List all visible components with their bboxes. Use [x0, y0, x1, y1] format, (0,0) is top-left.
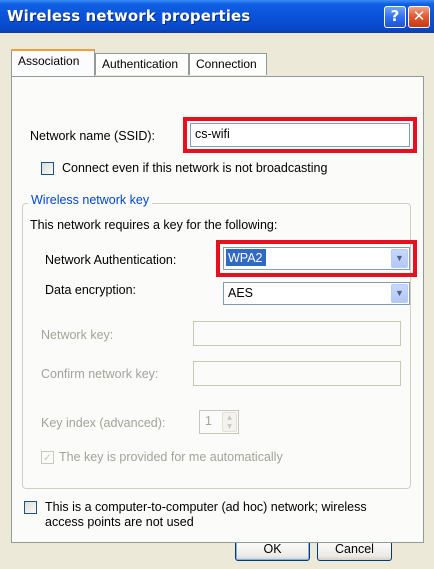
close-icon: ✕ — [412, 7, 426, 25]
key-index-label: Key index (advanced): — [41, 416, 166, 430]
data-encryption-value: AES — [228, 286, 254, 300]
network-auth-label: Network Authentication: — [45, 253, 177, 267]
tab-panel-association: Network name (SSID): cs-wifi Connect eve… — [11, 76, 424, 543]
close-button[interactable]: ✕ — [408, 6, 430, 28]
confirm-key-input[interactable] — [193, 361, 401, 386]
window-title: Wireless network properties — [7, 7, 251, 25]
ssid-highlight-box — [183, 117, 417, 153]
confirm-key-label: Confirm network key: — [41, 367, 159, 381]
data-encryption-select[interactable]: AES ▼ — [223, 282, 410, 305]
dialog-body: Association Authentication Connection Ne… — [0, 33, 434, 569]
key-index-spinner[interactable]: 1 ▲ ▼ — [199, 410, 239, 434]
spin-down-icon[interactable]: ▼ — [223, 422, 236, 431]
chevron-down-icon[interactable]: ▼ — [391, 284, 408, 303]
tab-association[interactable]: Association — [11, 49, 95, 76]
auto-key-checkbox[interactable]: ✓ — [41, 451, 54, 464]
adhoc-checkbox[interactable] — [24, 501, 37, 514]
network-key-label: Network key: — [41, 328, 114, 342]
tab-authentication[interactable]: Authentication — [95, 53, 189, 75]
tab-label: Association — [18, 54, 80, 68]
auto-key-label: The key is provided for me automatically — [59, 450, 283, 464]
wireless-key-group-legend: Wireless network key — [28, 193, 153, 207]
data-encryption-label: Data encryption: — [45, 283, 137, 297]
broadcast-checkbox[interactable] — [41, 162, 54, 175]
auth-highlight-box — [216, 240, 417, 277]
help-button[interactable]: ? — [384, 6, 406, 28]
network-key-input[interactable] — [193, 321, 401, 346]
tab-label: Authentication — [102, 57, 179, 71]
ssid-label: Network name (SSID): — [30, 129, 156, 143]
key-intro-text: This network requires a key for the foll… — [30, 218, 278, 232]
tab-connection[interactable]: Connection — [189, 53, 267, 75]
help-icon: ? — [390, 7, 400, 25]
tab-label: Connection — [196, 57, 257, 71]
key-index-spin-buttons[interactable]: ▲ ▼ — [222, 412, 237, 432]
ok-button-label: OK — [263, 542, 282, 556]
title-bar[interactable]: Wireless network properties ? ✕ — [0, 0, 434, 33]
spin-up-icon[interactable]: ▲ — [223, 413, 236, 422]
adhoc-label-line1: This is a computer-to-computer (ad hoc) … — [45, 500, 367, 514]
checkmark-icon: ✓ — [42, 451, 53, 464]
key-index-value: 1 — [205, 414, 212, 428]
broadcast-checkbox-label: Connect even if this network is not broa… — [62, 161, 328, 175]
cancel-button-label: Cancel — [335, 542, 374, 556]
adhoc-label-line2: access points are not used — [45, 515, 194, 529]
